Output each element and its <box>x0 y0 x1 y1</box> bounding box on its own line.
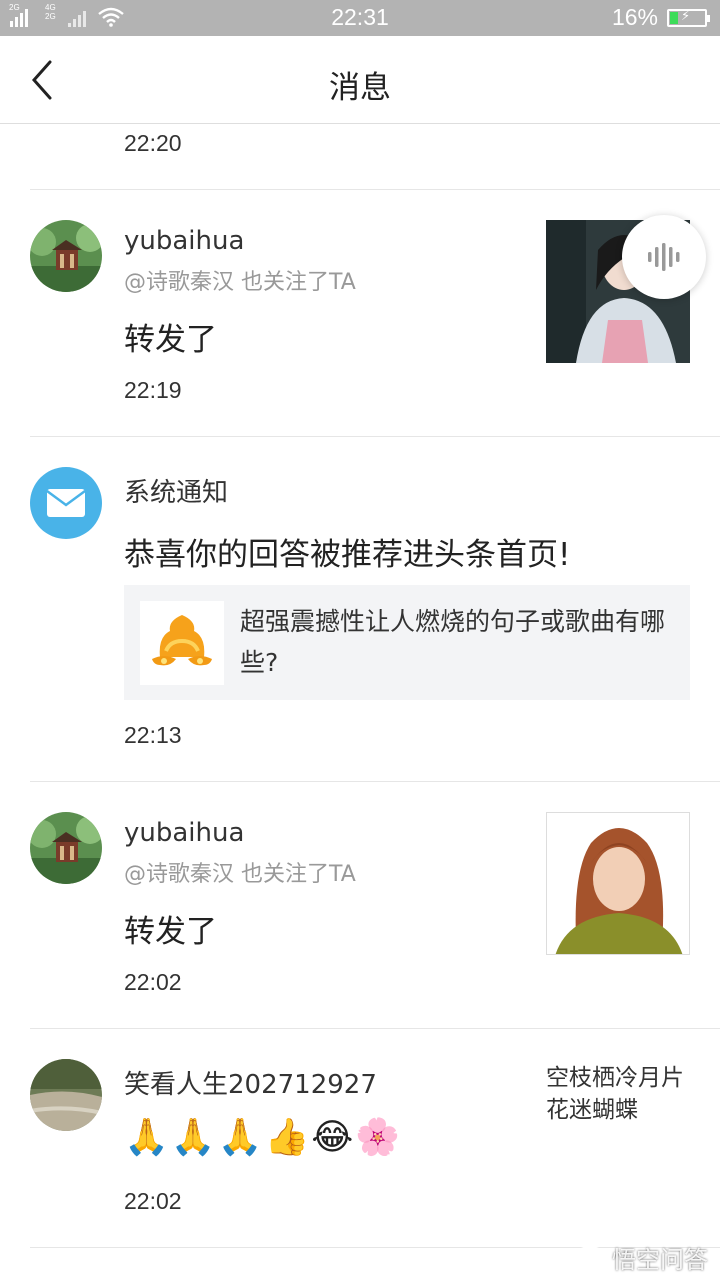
message-time: 22:13 <box>124 722 182 748</box>
battery-percent: 16% <box>611 4 658 30</box>
page-title: 消息 <box>329 70 391 106</box>
status-bar: 2G 4G 2G 22:31 16% ⚡ <box>0 0 720 36</box>
wukong-watermark-icon <box>575 1246 605 1266</box>
question-card[interactable]: 超强震撼性让人燃烧的句子或歌曲有哪些? <box>124 585 690 700</box>
divider <box>30 1028 720 1029</box>
mail-icon <box>30 467 102 539</box>
mention-text: @诗歌秦汉 也关注了TA <box>124 862 356 887</box>
battery-charging-icon: ⚡ <box>667 9 710 27</box>
wukong-logo-icon <box>140 601 224 685</box>
message-content: 转发了 <box>124 914 217 950</box>
divider <box>30 781 720 782</box>
question-title: 超强震撼性让人燃烧的句子或歌曲有哪些? <box>240 607 666 677</box>
message-time: 22:20 <box>124 130 182 156</box>
user-name[interactable]: yubaihua <box>124 818 244 848</box>
message-content: 转发了 <box>124 322 217 358</box>
user-name[interactable]: yubaihua <box>124 226 244 256</box>
system-notice-title: 系统通知 <box>124 478 229 508</box>
voice-button[interactable] <box>622 215 706 299</box>
mention-text: @诗歌秦汉 也关注了TA <box>124 270 356 295</box>
watermark: 悟空问答 <box>612 1246 708 1274</box>
divider <box>30 189 720 190</box>
avatar[interactable] <box>30 1059 102 1131</box>
message-time: 22:19 <box>124 377 182 403</box>
user-name[interactable]: 笑看人生202712927 <box>124 1064 377 1101</box>
avatar[interactable] <box>30 812 102 884</box>
voice-wave-icon <box>648 243 680 271</box>
message-emojis: 🙏🙏🙏👍😂🌸 <box>124 1117 403 1158</box>
message-time: 22:02 <box>124 1188 182 1214</box>
app-header: 消息 <box>0 36 720 124</box>
message-content: 恭喜你的回答被推荐进头条首页! <box>124 537 571 573</box>
divider <box>30 436 720 437</box>
message-time: 22:02 <box>124 969 182 995</box>
quoted-text: 空枝栖冷月片花迷蝴蝶 <box>546 1065 684 1123</box>
avatar[interactable] <box>30 220 102 292</box>
post-thumbnail[interactable] <box>546 812 690 955</box>
